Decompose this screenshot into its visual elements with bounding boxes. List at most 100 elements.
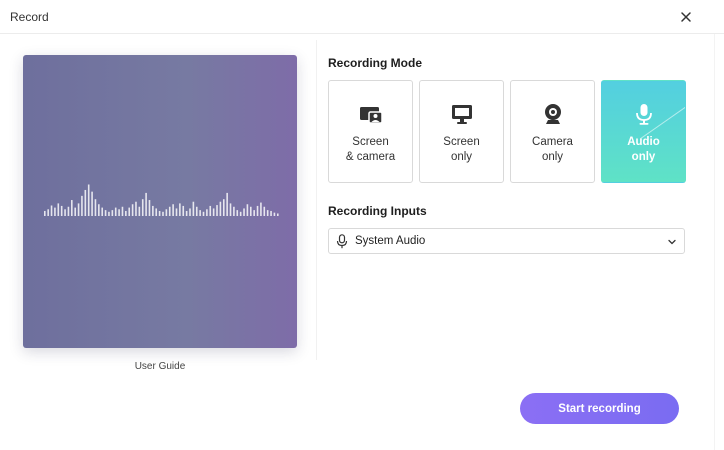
microphone-icon (336, 234, 348, 249)
window-title: Record (10, 10, 49, 24)
waveform-bar (135, 201, 137, 216)
waveform-bar (138, 206, 141, 216)
waveform-bar (253, 210, 255, 216)
mode-label-line2: only (541, 151, 564, 163)
screen-camera-icon (359, 107, 383, 124)
waveform-bar (192, 201, 195, 216)
waveform-bar (101, 207, 104, 216)
mode-screen-only[interactable]: Screen only (419, 80, 504, 183)
waveform-bar (216, 205, 218, 216)
waveform-bar (60, 205, 63, 216)
waveform-bar (243, 208, 245, 216)
waveform-bar (54, 207, 56, 216)
recording-mode-title: Recording Mode (328, 56, 423, 70)
waveform-bar (206, 209, 208, 216)
waveform-bar (277, 213, 279, 216)
waveform-bar (229, 203, 232, 216)
waveform-bar (179, 203, 181, 216)
waveform-bar (47, 209, 49, 216)
waveform-bar (98, 204, 100, 216)
waveform-bar (162, 211, 164, 216)
waveform-bar (222, 199, 225, 216)
mode-label-line2: & camera (345, 151, 396, 163)
waveform-bar (84, 189, 87, 216)
waveform-bar (114, 207, 117, 216)
waveform-bar (219, 201, 222, 216)
monitor-icon (451, 105, 472, 124)
waveform-bar (121, 206, 124, 216)
waveform-bar (104, 210, 107, 216)
waveform-bar (64, 209, 66, 216)
waveform-bar (195, 206, 198, 216)
waveform-bar (175, 208, 178, 216)
waveform-bar (260, 202, 262, 216)
waveform-bar (249, 206, 252, 216)
waveform-bar (44, 210, 46, 216)
window-edge (714, 34, 724, 450)
waveform-bar (185, 210, 188, 216)
waveform-bar (199, 210, 201, 216)
waveform-bar (148, 200, 151, 216)
microphone-icon (635, 104, 652, 125)
waveform-bar (182, 205, 185, 216)
waveform-bar (246, 204, 249, 216)
audio-input-value: System Audio (355, 235, 426, 247)
waveform-bar (128, 207, 131, 216)
waveform-bar (74, 207, 76, 216)
waveform-bar (266, 210, 269, 216)
mode-label-line1: Screen (443, 136, 480, 148)
webcam-icon (544, 104, 561, 124)
waveform-bar (189, 208, 191, 216)
waveform-bar (108, 211, 110, 216)
waveform-bar (131, 204, 134, 216)
close-button[interactable] (678, 9, 694, 25)
waveform-bar (233, 206, 235, 216)
waveform-bar (270, 210, 272, 216)
close-icon (681, 12, 691, 22)
mode-label-line1: Screen (352, 136, 389, 148)
waveform-bar (263, 206, 266, 216)
waveform-bar (145, 192, 147, 216)
waveform-bar (125, 210, 127, 216)
waveform-bar (141, 199, 144, 216)
waveform-bar (118, 209, 120, 216)
title-bar: Record (0, 0, 724, 34)
waveform-bar (152, 205, 154, 216)
mode-label-line2: only (450, 151, 473, 163)
waveform-bar (158, 210, 161, 216)
mode-label-line1: Camera (532, 136, 573, 148)
waveform-bar (111, 210, 114, 216)
waveform-bar (165, 209, 168, 216)
waveform-bar (155, 208, 158, 216)
waveform-bar (57, 203, 60, 216)
mode-camera-only[interactable]: Camera only (510, 80, 595, 183)
waveform-bar (239, 211, 242, 216)
waveform-bar (212, 208, 215, 216)
waveform-bar (71, 200, 73, 216)
waveform-bar (209, 205, 212, 216)
waveform-bar (236, 210, 239, 216)
mode-label-line1: Audio (627, 136, 660, 148)
preview-caption: User Guide (134, 361, 186, 372)
chevron-down-icon (668, 239, 676, 245)
waveform-bar (91, 191, 93, 216)
waveform-bar (168, 206, 171, 216)
waveform-bar (226, 192, 228, 216)
waveform-bar (77, 203, 80, 216)
waveform-bar (202, 211, 205, 216)
preview-panel (23, 55, 297, 348)
audio-input-select[interactable]: System Audio (328, 228, 685, 254)
waveform-bar (256, 205, 259, 216)
waveform-bar (67, 206, 70, 216)
recording-inputs-title: Recording Inputs (328, 204, 427, 218)
audio-waveform (44, 184, 279, 216)
waveform-bar (50, 205, 53, 216)
start-recording-button[interactable]: Start recording (520, 393, 679, 424)
mode-label-line2: only (631, 151, 656, 163)
mode-audio-only[interactable]: Audio only (601, 80, 686, 183)
waveform-bar (81, 195, 83, 216)
waveform-bar (273, 212, 276, 216)
waveform-bar (172, 204, 174, 216)
waveform-bar (94, 199, 97, 216)
mode-screen-camera[interactable]: Screen & camera (328, 80, 413, 183)
